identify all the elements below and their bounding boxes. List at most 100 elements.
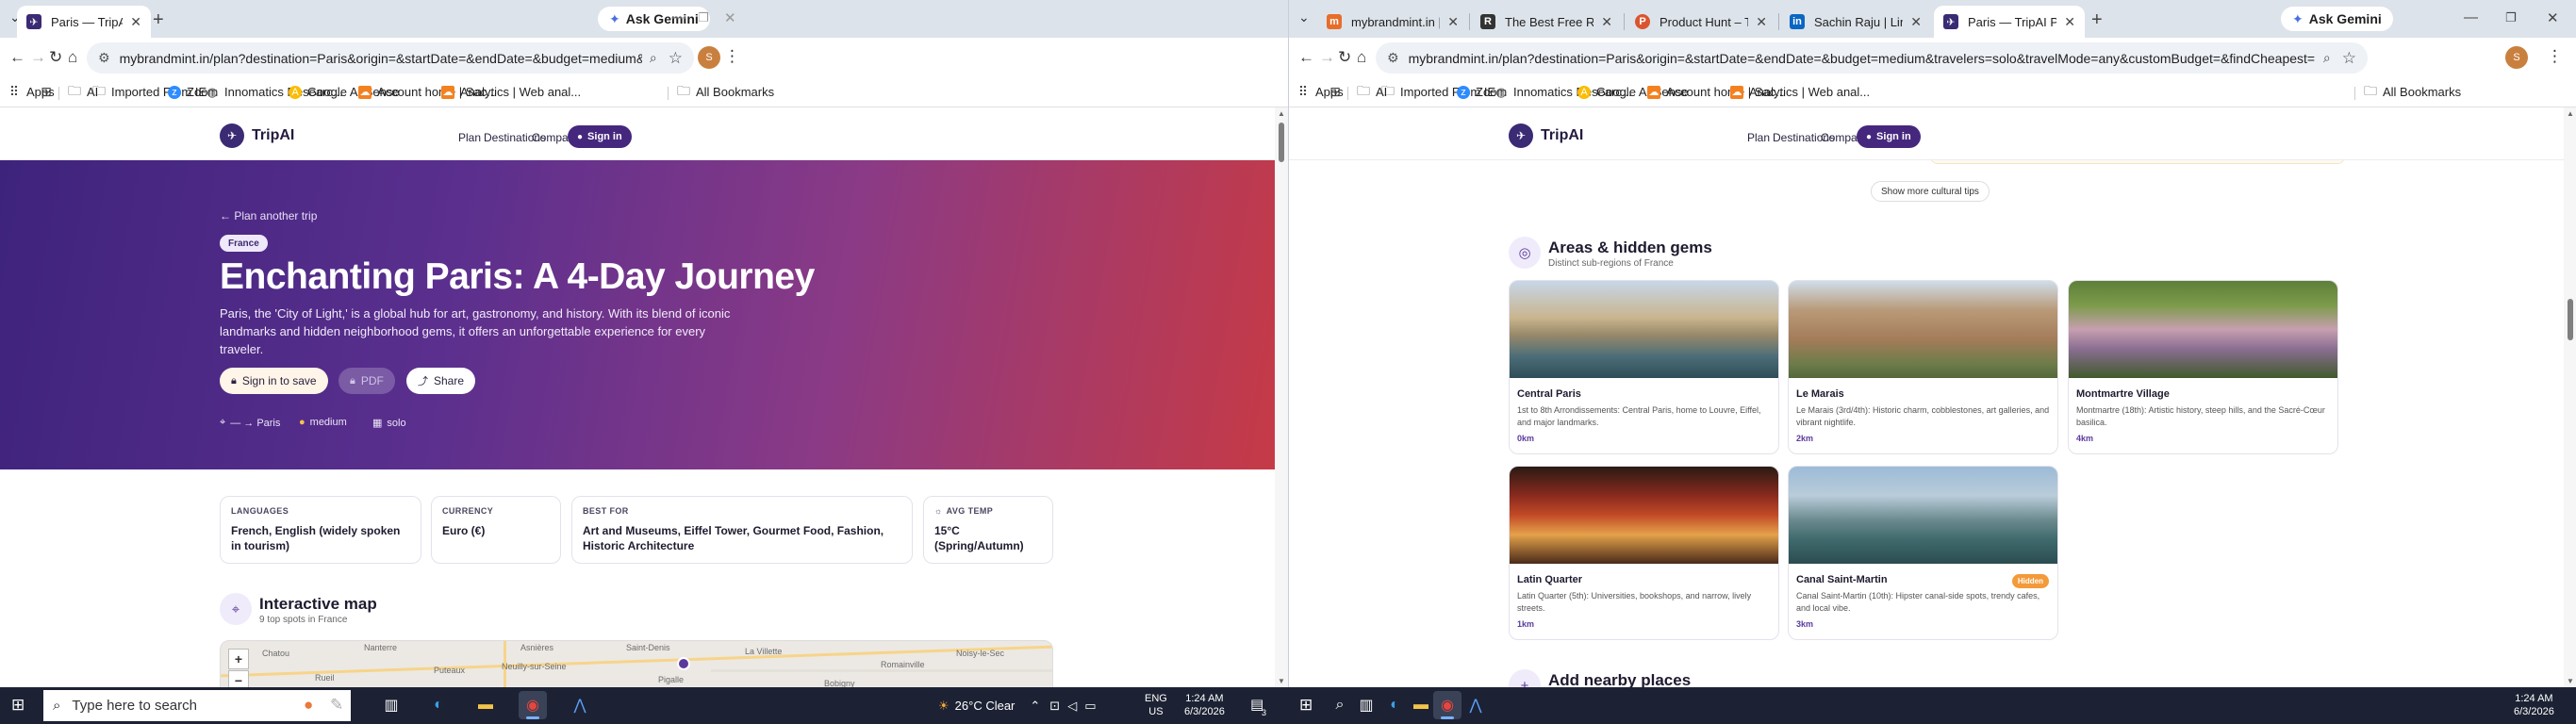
sign-in-to-save-button[interactable]: 🔒︎ Sign in to save: [220, 368, 328, 394]
bookmark-all[interactable]: 🗀 All Bookmarks: [2364, 83, 2461, 100]
close-window-icon[interactable]: ✕: [2547, 9, 2559, 26]
zoom-icon[interactable]: ⌕: [650, 50, 657, 66]
address-bar[interactable]: ⚙ mybrandmint.in/plan?destination=Paris&…: [1376, 42, 2368, 74]
minimize-icon[interactable]: —: [671, 9, 685, 25]
battery-icon[interactable]: ▭: [1084, 699, 1096, 714]
search-icon[interactable]: ⌕: [1326, 691, 1354, 719]
bookmark-analytics[interactable]: ☁ Analytics | Web anal...: [441, 85, 581, 99]
new-tab-button[interactable]: +: [2091, 9, 2103, 31]
home-icon[interactable]: ⌂: [68, 48, 77, 67]
file-explorer-icon[interactable]: ▬: [1407, 691, 1435, 719]
page-viewport[interactable]: ✈ TripAI Plan Destinations Compare ● Sign …: [0, 107, 1288, 687]
nav-plan[interactable]: Plan: [1747, 131, 1770, 144]
taskbar-clock[interactable]: 1:24 AM 6/3/2026: [2514, 692, 2554, 718]
close-tab-icon[interactable]: ✕: [1756, 14, 1767, 30]
new-tab-button[interactable]: +: [153, 9, 164, 31]
zoom-out-button[interactable]: −: [228, 670, 249, 687]
area-card-canal-saint-martin[interactable]: Canal Saint-Martin Hidden Canal Saint-Ma…: [1788, 466, 2058, 640]
tripai-logo[interactable]: ✈ TripAI: [220, 123, 294, 148]
network-icon[interactable]: ⊡: [1049, 699, 1060, 714]
edge-icon[interactable]: ◐: [1380, 691, 1409, 719]
task-view-icon[interactable]: ▥: [1352, 691, 1380, 719]
tripai-logo[interactable]: ✈ TripAI: [1509, 123, 1583, 148]
profile-avatar[interactable]: S: [698, 46, 720, 69]
windows-start-icon[interactable]: ⊞: [11, 696, 25, 715]
maximize-icon[interactable]: ❐: [698, 10, 709, 25]
forward-icon[interactable]: →: [1319, 48, 1335, 67]
chrome-icon[interactable]: ◉: [519, 691, 547, 719]
volume-icon[interactable]: ◁: [1067, 699, 1077, 714]
plan-another-trip-link[interactable]: ← Plan another trip: [220, 209, 317, 222]
bookmark-grid[interactable]: ⊞: [40, 84, 58, 99]
area-card-le-marais[interactable]: Le Marais Le Marais (3rd/4th): Historic …: [1788, 280, 2058, 454]
chevron-up-icon[interactable]: ⌃: [1030, 699, 1040, 714]
taskbar-clock[interactable]: 1:24 AM 6/3/2026: [1184, 692, 1225, 718]
reload-icon[interactable]: ↻: [49, 48, 62, 67]
language-indicator[interactable]: ENG US: [1145, 692, 1167, 718]
file-explorer-icon[interactable]: ▬: [471, 691, 500, 719]
page-viewport[interactable]: ✈ TripAI Plan Destinations Compare ● Sign …: [1289, 107, 2576, 687]
site-info-icon[interactable]: ⚙: [98, 50, 110, 66]
page-scrollbar[interactable]: ▲ ▼: [1275, 107, 1288, 687]
zoom-in-button[interactable]: +: [228, 649, 249, 669]
sign-in-button[interactable]: ● Sign in: [568, 125, 632, 148]
profile-avatar[interactable]: S: [2505, 46, 2528, 69]
tab-paris-plan[interactable]: ✈ Paris — TripAI Plan ✕: [17, 6, 151, 38]
site-info-icon[interactable]: ⚙: [1387, 50, 1399, 66]
reload-icon[interactable]: ↻: [1338, 48, 1351, 67]
close-window-icon[interactable]: ✕: [724, 9, 736, 26]
scroll-thumb[interactable]: [2568, 299, 2573, 340]
bookmark-star-icon[interactable]: ☆: [669, 49, 683, 68]
ask-gemini-button[interactable]: ✦ Ask Gemini: [598, 7, 710, 31]
area-card-central-paris[interactable]: Central Paris 1st to 8th Arrondissements…: [1509, 280, 1779, 454]
maximize-icon[interactable]: ❐: [2505, 10, 2517, 25]
tab-product-hunt[interactable]: P Product Hunt – The be ✕: [1626, 6, 1776, 38]
zoom-icon[interactable]: ⌕: [2323, 50, 2331, 66]
area-card-montmartre[interactable]: Montmartre Village Montmartre (18th): Ar…: [2068, 280, 2338, 454]
forward-icon[interactable]: →: [30, 48, 46, 67]
page-scrollbar[interactable]: ▲ ▼: [2564, 107, 2576, 687]
scroll-up-icon[interactable]: ▲: [2567, 109, 2574, 118]
close-tab-icon[interactable]: ✕: [1447, 14, 1459, 30]
close-tab-icon[interactable]: ✕: [130, 14, 141, 30]
nav-plan[interactable]: Plan: [458, 131, 481, 144]
interactive-map[interactable]: Chatou Nanterre Asnières Neuilly-sur-Sei…: [220, 640, 1053, 687]
edge-icon[interactable]: ◐: [424, 691, 453, 719]
menu-kebab-icon[interactable]: ⋮: [2547, 47, 2563, 66]
sign-in-button[interactable]: ● Sign in: [1857, 125, 1921, 148]
close-tab-icon[interactable]: ✕: [1910, 14, 1922, 30]
close-tab-icon[interactable]: ✕: [1601, 14, 1612, 30]
area-card-latin-quarter[interactable]: Latin Quarter Latin Quarter (5th): Unive…: [1509, 466, 1779, 640]
search-highlight-icon[interactable]: ●: [304, 696, 313, 715]
app-icon[interactable]: ⋀: [566, 691, 594, 719]
task-view-icon[interactable]: ▥: [377, 691, 405, 719]
search-highlight-icon[interactable]: ✎: [330, 696, 343, 715]
back-icon[interactable]: ←: [1298, 48, 1314, 67]
address-bar[interactable]: ⚙ mybrandmint.in/plan?destination=Paris&…: [87, 42, 694, 74]
bookmark-all[interactable]: 🗀 All Bookmarks: [677, 83, 774, 100]
minimize-icon[interactable]: —: [2464, 9, 2478, 25]
scroll-thumb[interactable]: [1279, 123, 1284, 162]
chrome-icon[interactable]: ◉: [1433, 691, 1461, 719]
tab-search-icon[interactable]: ⌄: [1298, 9, 1310, 25]
bookmark-analytics[interactable]: ☁ Analytics | Web anal...: [1730, 85, 1870, 99]
pdf-button[interactable]: 🔒︎ PDF: [339, 368, 395, 394]
bookmark-grid[interactable]: ⊞: [1329, 84, 1347, 99]
app-icon[interactable]: ⋀: [1461, 691, 1490, 719]
bookmark-star-icon[interactable]: ☆: [2342, 49, 2356, 68]
scroll-down-icon[interactable]: ▼: [2567, 677, 2574, 685]
tab-roamarr[interactable]: R The Best Free RoamAr ✕: [1471, 6, 1622, 38]
tab-linkedin[interactable]: in Sachin Raju | LinkedIn ✕: [1780, 6, 1931, 38]
home-icon[interactable]: ⌂: [1357, 48, 1366, 67]
menu-kebab-icon[interactable]: ⋮: [724, 47, 740, 66]
share-button[interactable]: ⤴ Share: [406, 368, 476, 394]
map-marker[interactable]: [677, 657, 690, 670]
windows-start-icon[interactable]: ⊞: [1299, 696, 1313, 715]
back-icon[interactable]: ←: [9, 48, 25, 67]
tab-paris-plan[interactable]: ✈ Paris — TripAI Plan ✕: [1934, 6, 2085, 38]
ask-gemini-button[interactable]: ✦ Ask Gemini: [2281, 7, 2393, 31]
tab-mybrandmint[interactable]: m mybrandmint.in | mybr ✕: [1317, 6, 1468, 38]
scroll-down-icon[interactable]: ▼: [1278, 677, 1285, 685]
close-tab-icon[interactable]: ✕: [2064, 14, 2075, 30]
scroll-up-icon[interactable]: ▲: [1278, 109, 1285, 118]
